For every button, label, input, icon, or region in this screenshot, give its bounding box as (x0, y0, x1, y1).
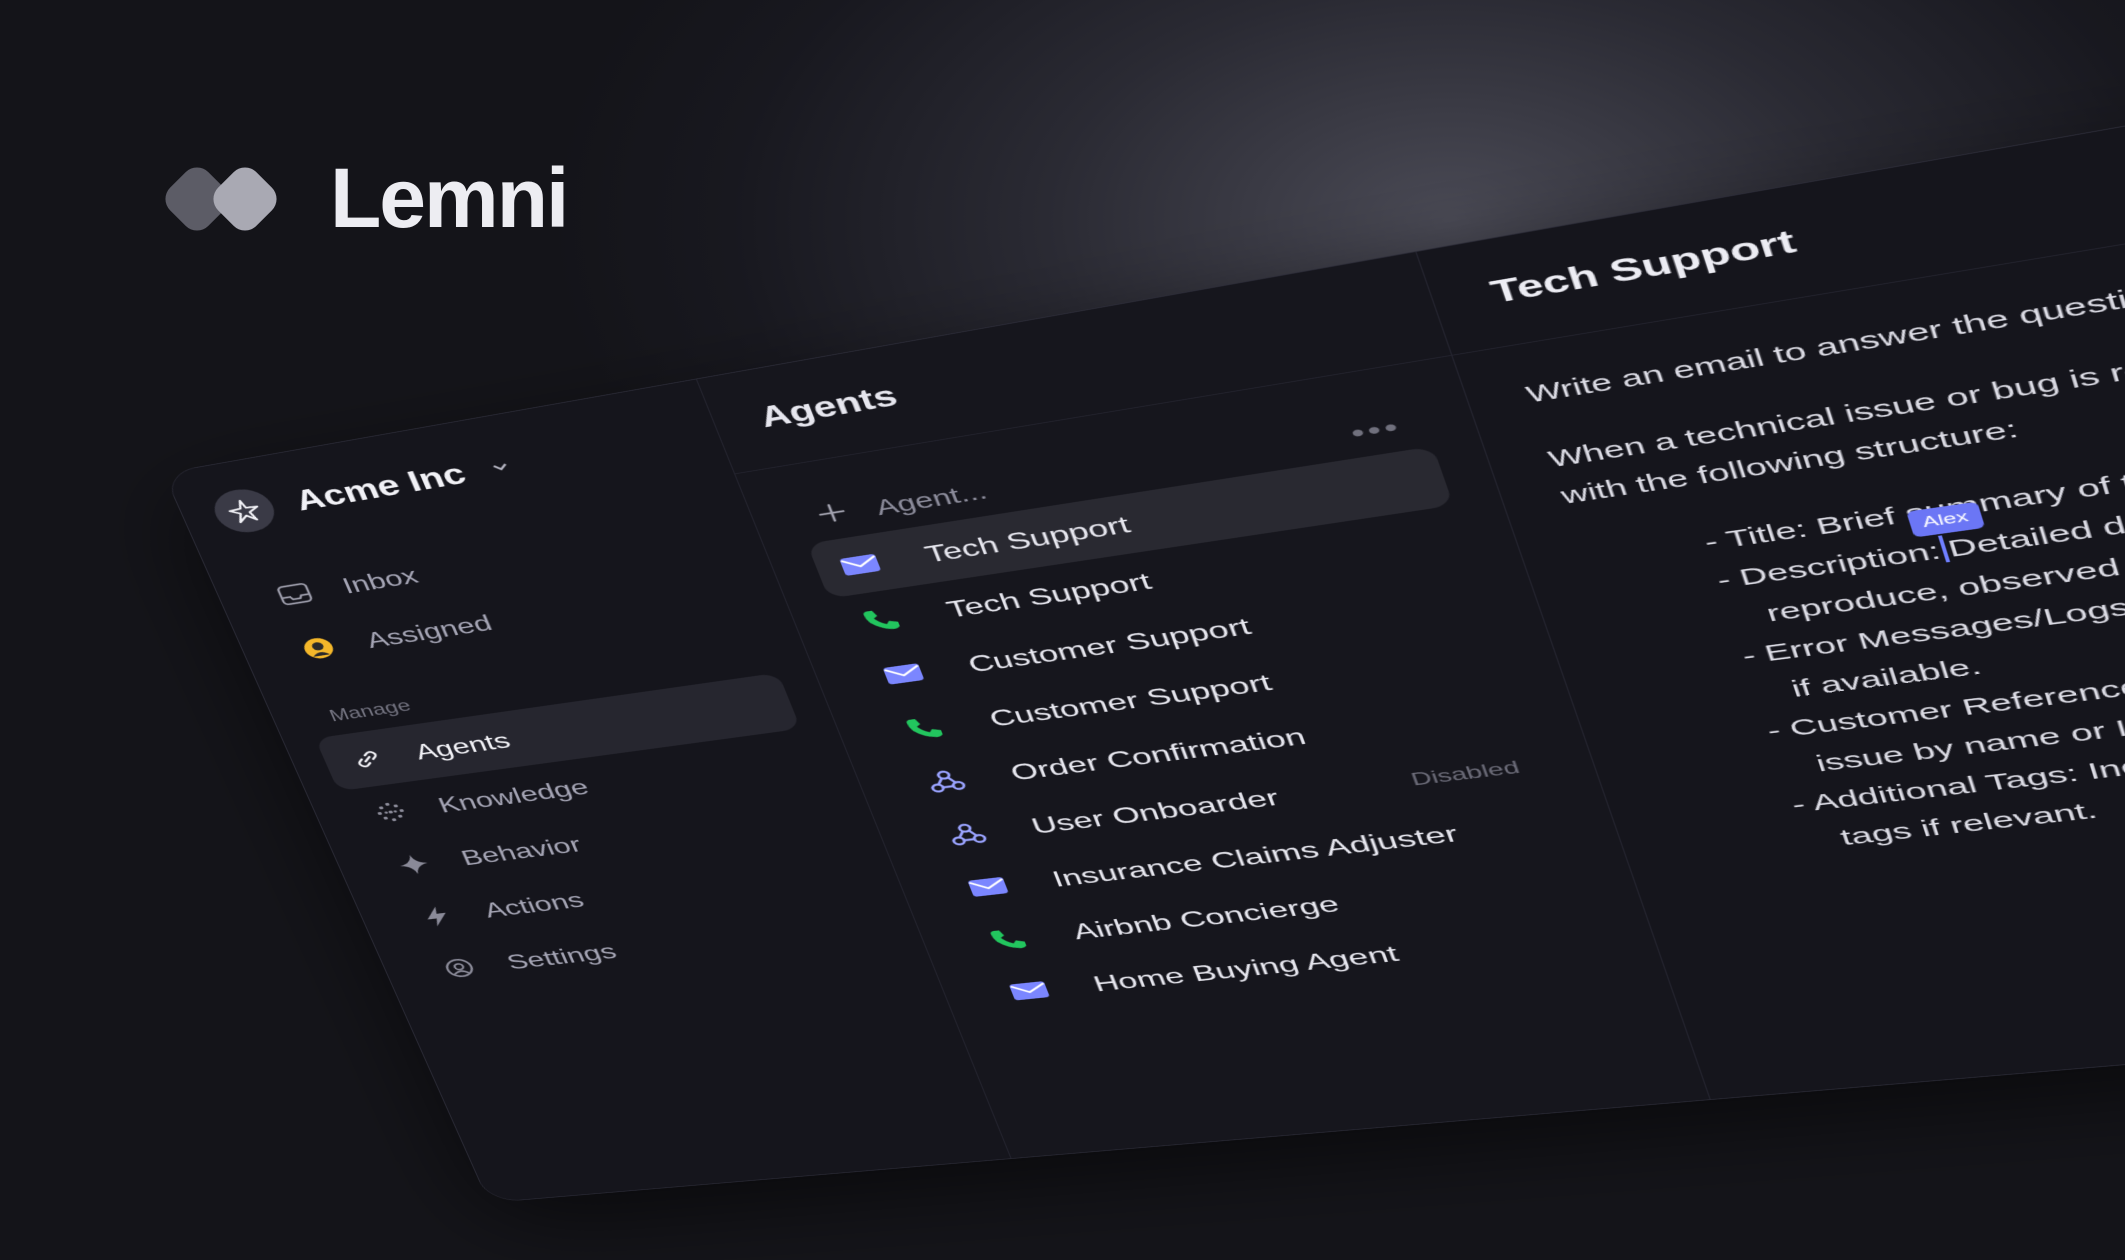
webhook-icon (921, 766, 970, 797)
sidebar-item-label: Actions (479, 887, 588, 922)
more-options-icon[interactable]: ••• (1346, 411, 1406, 447)
phone-icon (857, 603, 907, 635)
agent-search-placeholder: Agent... (871, 479, 991, 521)
app-window: Acme Inc Inbox Assigned Manage Agents Kn… (163, 36, 2125, 1203)
chevron-down-icon (486, 458, 514, 477)
user-avatar-icon (296, 633, 342, 663)
mail-icon (879, 658, 929, 690)
link-icon (345, 744, 390, 773)
mail-icon (964, 872, 1013, 902)
detail-title: Tech Support (1486, 224, 1801, 310)
sidebar-item-label: Assigned (361, 609, 496, 653)
sidebar-item-label: Inbox (338, 562, 422, 599)
phone-icon (900, 712, 950, 743)
plus-icon[interactable] (813, 501, 852, 531)
sidebar-item-label: Agents (410, 727, 514, 764)
sparkle-icon (391, 850, 436, 879)
gear-icon (437, 954, 482, 982)
sidebar-item-label: Knowledge (434, 773, 593, 817)
phone-icon (984, 924, 1033, 954)
bolt-icon (414, 902, 459, 930)
sidebar-item-label: Settings (502, 938, 620, 974)
org-name: Acme Inc (290, 457, 471, 517)
mail-icon (1005, 976, 1054, 1005)
org-logo-icon (206, 485, 282, 537)
dots-cluster-icon (368, 798, 413, 827)
webhook-icon (943, 819, 992, 849)
mail-icon (835, 548, 885, 581)
disabled-badge: Disabled (1408, 757, 1523, 790)
inbox-icon (272, 579, 318, 610)
sidebar-item-label: Behavior (457, 831, 585, 870)
